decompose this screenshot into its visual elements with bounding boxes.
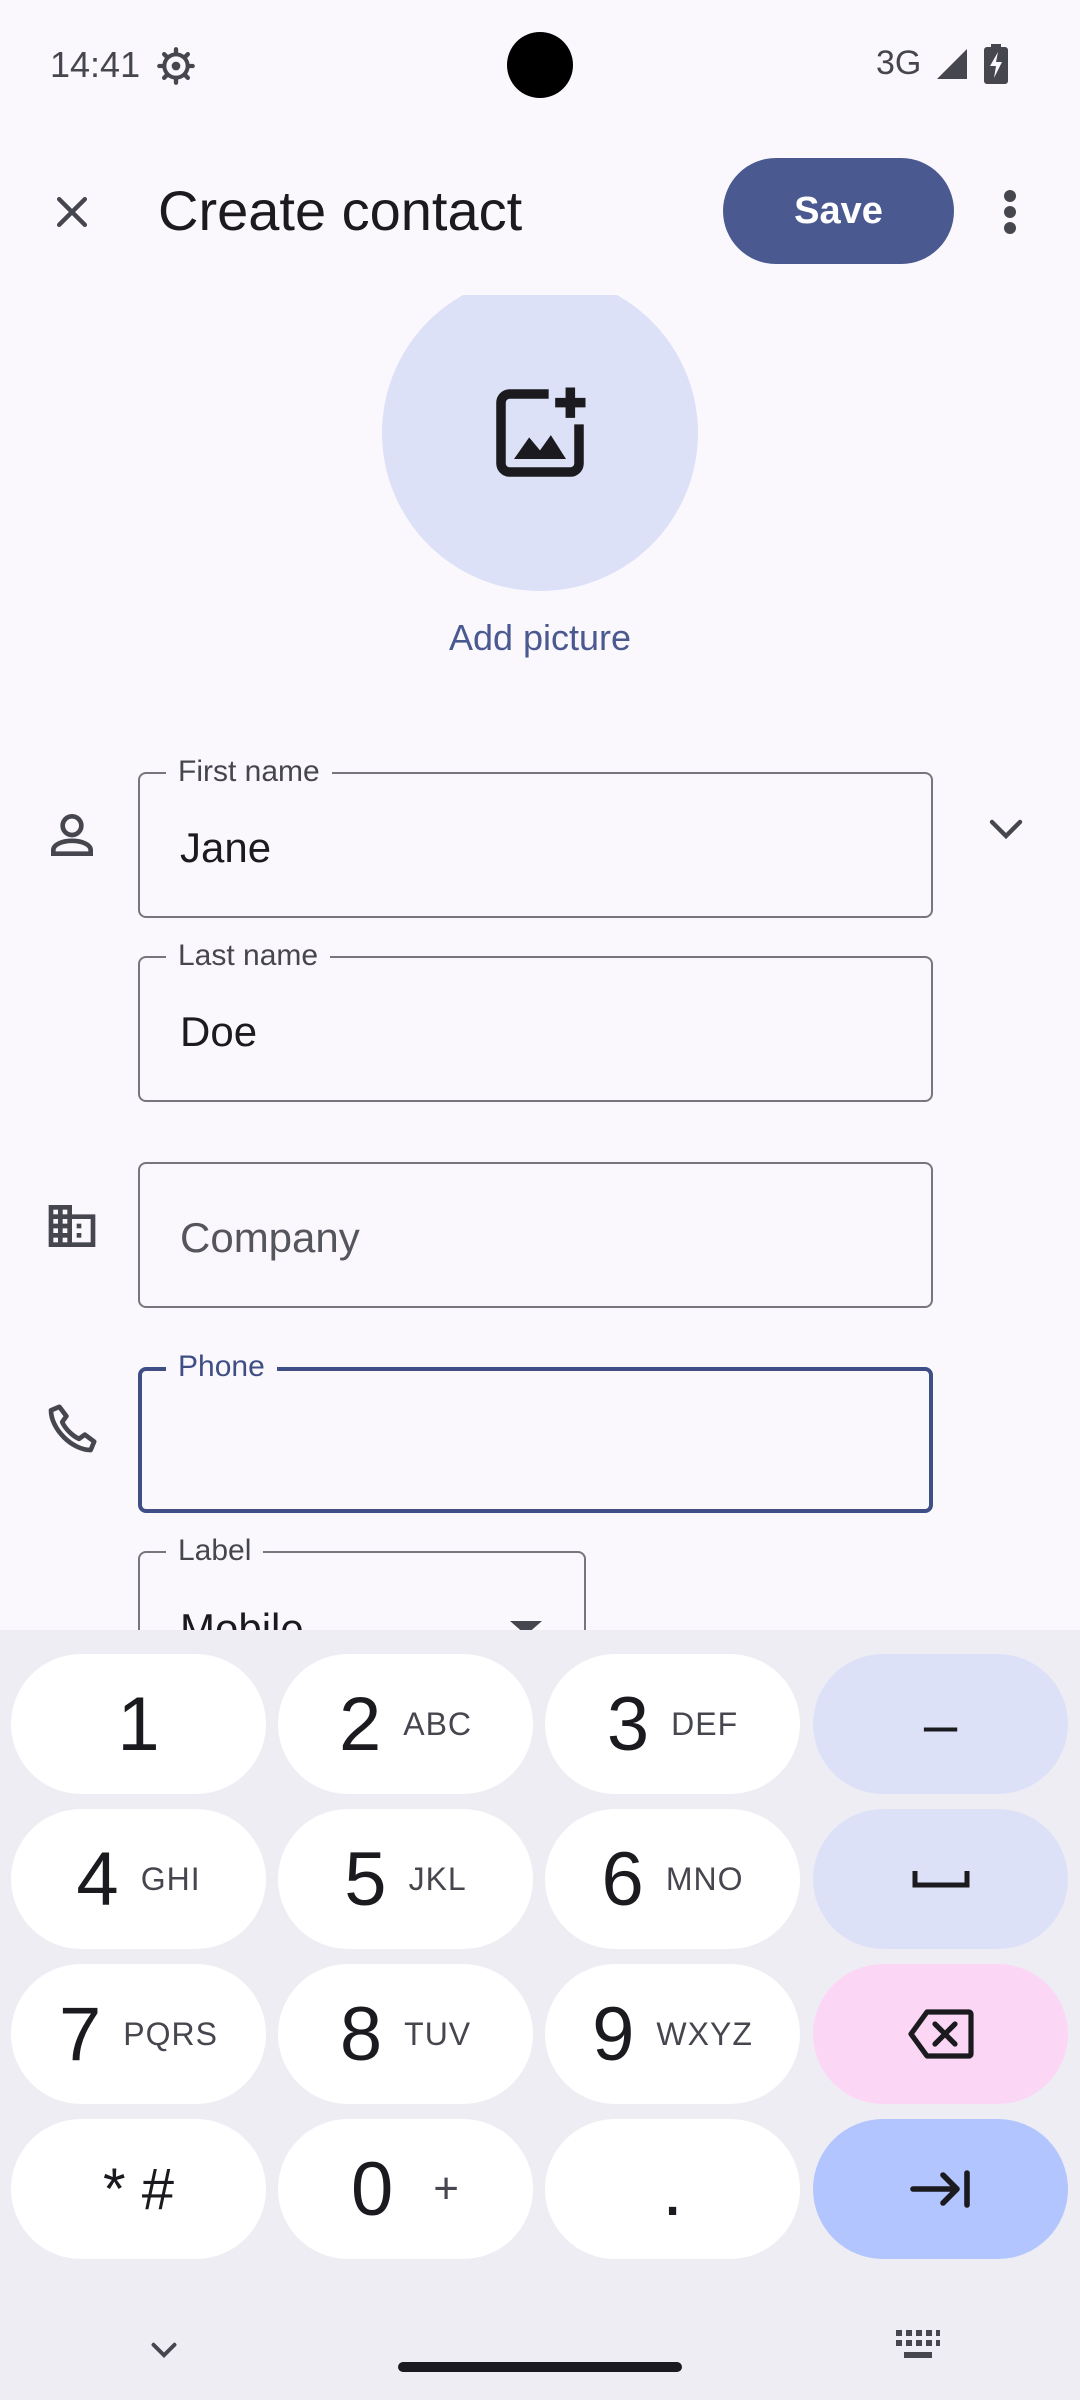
key-7[interactable]: 7 PQRS [11, 1964, 266, 2104]
key-8[interactable]: 8 TUV [278, 1964, 533, 2104]
key-3[interactable]: 3 DEF [545, 1654, 800, 1794]
key-5[interactable]: 5 JKL [278, 1809, 533, 1949]
network-type: 3G [876, 44, 922, 82]
add-photo-icon [496, 387, 586, 477]
chevron-down-icon [151, 2342, 177, 2359]
expand-name-button[interactable] [976, 799, 1036, 859]
company-placeholder: Company [180, 1214, 360, 1261]
key-next[interactable] [813, 2119, 1068, 2259]
backspace-icon [907, 2009, 974, 2059]
key-2[interactable]: 2 ABC [278, 1654, 533, 1794]
close-button[interactable] [40, 180, 104, 244]
phone-icon [48, 1404, 97, 1453]
keyboard-switch-icon[interactable] [894, 2326, 942, 2366]
numeric-keyboard: 1 2 ABC 3 DEF – 4 GHI 5 JKL 6 MNO 7 PQRS… [0, 1630, 1080, 2400]
key-4[interactable]: 4 GHI [11, 1809, 266, 1949]
add-picture-link[interactable]: Add picture [0, 617, 1080, 659]
last-name-field[interactable]: Last name Doe [138, 936, 933, 1102]
status-bar: 14:41 3G [0, 0, 1080, 130]
home-indicator[interactable] [398, 2362, 682, 2372]
person-icon [51, 814, 93, 856]
key-space[interactable] [813, 1809, 1068, 1949]
phone-type-dropdown[interactable]: Label Mobile [138, 1531, 586, 1630]
save-button[interactable]: Save [723, 158, 954, 264]
key-6[interactable]: 6 MNO [545, 1809, 800, 1949]
first-name-label: First name [166, 752, 332, 792]
phone-type-label: Label [166, 1531, 264, 1571]
signal-icon [937, 49, 967, 79]
phone-label: Phone [166, 1347, 277, 1387]
page-title: Create contact [158, 179, 523, 242]
company-field[interactable]: Company [138, 1162, 933, 1308]
settings-gear-icon [157, 47, 195, 85]
key-dash[interactable]: – [813, 1654, 1068, 1794]
space-icon [912, 1871, 969, 1888]
status-time: 14:41 [50, 44, 141, 85]
first-name-field[interactable]: First name Jane [138, 752, 933, 918]
last-name-value: Doe [180, 1008, 258, 1055]
key-backspace[interactable] [813, 1964, 1068, 2104]
close-icon [56, 196, 88, 228]
last-name-label: Last name [166, 936, 331, 976]
key-1[interactable]: 1 [11, 1654, 266, 1794]
business-icon [48, 1205, 96, 1247]
phone-field[interactable]: Phone [138, 1347, 933, 1513]
key-0[interactable]: 0 + [278, 2119, 533, 2259]
key-9[interactable]: 9 WXYZ [545, 1964, 800, 2104]
contact-photo[interactable] [382, 295, 698, 591]
chevron-down-icon [989, 819, 1023, 840]
dropdown-arrow-icon [510, 1621, 542, 1630]
app-bar: Create contact Save [0, 150, 1080, 280]
first-name-value: Jane [180, 824, 272, 871]
key-star-hash[interactable]: * # [11, 2119, 266, 2259]
key-period[interactable]: . [545, 2119, 800, 2259]
phone-type-value: Mobile [180, 1605, 304, 1630]
hide-keyboard-button[interactable] [136, 2322, 192, 2378]
more-options-button[interactable] [990, 180, 1030, 244]
contact-form[interactable]: Add picture First name Jane Last name Do… [0, 295, 1080, 1630]
battery-charging-icon [984, 44, 1008, 84]
camera-cutout [507, 32, 573, 98]
more-vert-icon [1004, 190, 1016, 234]
tab-next-icon [909, 2170, 970, 2208]
